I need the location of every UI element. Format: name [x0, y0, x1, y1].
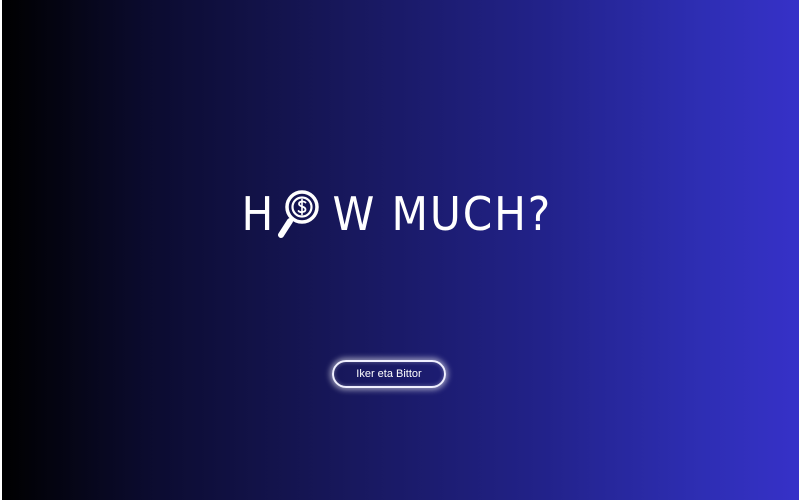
magnifier-dollar-icon	[277, 190, 322, 240]
landing-page: H W MUCH? Iker eta Bittor	[2, 0, 799, 500]
logo-text-start: H	[241, 187, 276, 241]
how-much-logo: H W MUCH?	[2, 184, 799, 244]
authors-button[interactable]: Iker eta Bittor	[332, 360, 446, 388]
logo-text-end: W MUCH?	[332, 187, 552, 241]
